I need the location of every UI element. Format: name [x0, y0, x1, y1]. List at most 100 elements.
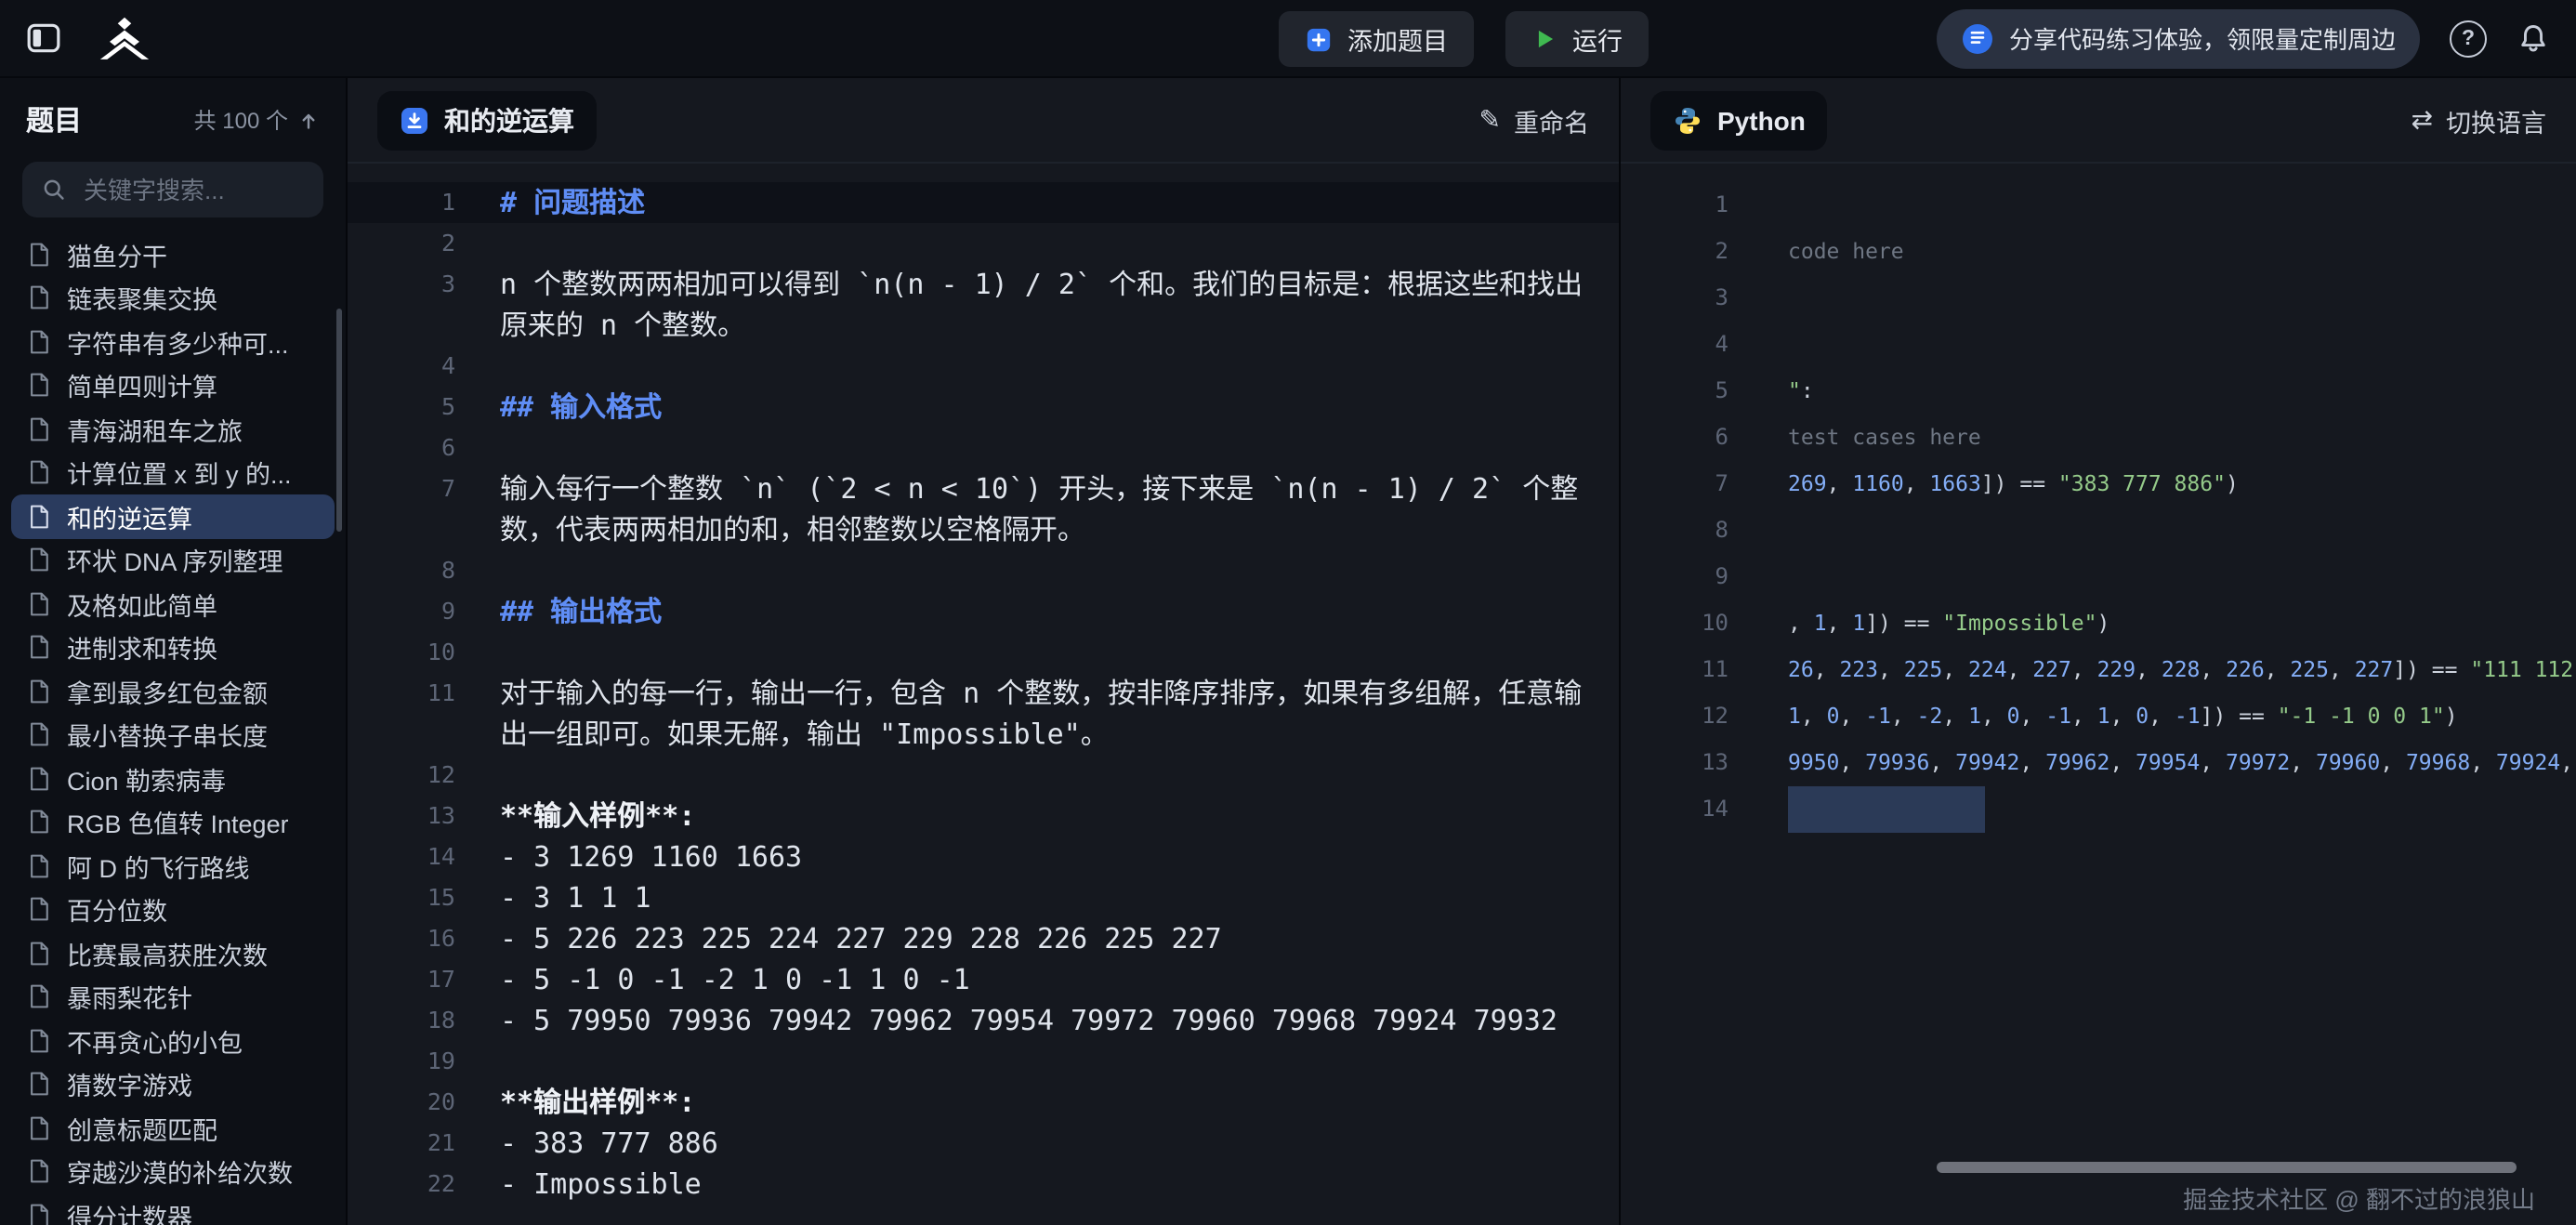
sidebar-item[interactable]: 及格如此简单 [11, 582, 335, 626]
sidebar-item-label: 得分计数器 [67, 1197, 192, 1225]
sidebar-scrollbar[interactable] [336, 309, 342, 532]
line-number: 1 [1621, 182, 1728, 229]
sidebar-item[interactable]: Cion 勒索病毒 [11, 757, 335, 800]
line-number: 4 [1621, 322, 1728, 368]
sidebar-item[interactable]: 链表聚集交换 [11, 276, 335, 320]
topbar-right: 分享代码练习体验，领限量定制周边 ? [1937, 8, 2550, 68]
sidebar-item[interactable]: 穿越沙漠的补给次数 [11, 1150, 335, 1193]
file-icon [26, 460, 52, 486]
problem-line-text [455, 550, 500, 591]
line-number: 7 [1621, 461, 1728, 507]
sidebar-item[interactable]: 阿 D 的飞行路线 [11, 844, 335, 888]
code-line-text: 9950, 79936, 79942, 79962, 79954, 79972,… [1728, 740, 2576, 786]
code-line: 10, 1, 1]) == "Impossible") [1621, 600, 2576, 647]
sidebar-item-label: Cion 勒索病毒 [67, 760, 226, 797]
sidebar-item[interactable]: 创意标题匹配 [11, 1106, 335, 1150]
line-number: 6 [348, 428, 455, 468]
sidebar-item[interactable]: 简单四则计算 [11, 363, 335, 407]
rename-label: 重命名 [1514, 101, 1589, 138]
line-number: 10 [348, 632, 455, 673]
problem-panel: 和的逆运算 ✎ 重命名 1# 问题描述23n 个整数两两相加可以得到 `n(n … [346, 78, 1619, 1225]
code-line: 9 [1621, 554, 2576, 600]
horizontal-scrollbar[interactable] [1937, 1162, 2517, 1173]
line-number: 12 [348, 755, 455, 796]
file-icon [26, 416, 52, 442]
problem-line: 22- Impossible [348, 1164, 1619, 1205]
help-icon[interactable]: ? [2450, 20, 2487, 57]
line-number: 17 [348, 959, 455, 1000]
line-number [348, 714, 455, 755]
problem-line: 15- 3 1 1 1 [348, 877, 1619, 918]
code-line-text: 269, 1160, 1663]) == "383 777 886") [1728, 461, 2239, 507]
problem-count-label: 共 100 个 [194, 104, 288, 136]
problem-line: 16- 5 226 223 225 224 227 229 228 226 22… [348, 918, 1619, 959]
sidebar-item[interactable]: 青海湖租车之旅 [11, 407, 335, 451]
problem-line: 7输入每行一个整数 `n` (`2 < n < 10`) 开头，接下来是 `n(… [348, 468, 1619, 509]
promo-banner[interactable]: 分享代码练习体验，领限量定制周边 [1937, 8, 2420, 68]
sidebar-item[interactable]: RGB 色值转 Integer [11, 800, 335, 844]
problem-line: 20**输出样例**: [348, 1082, 1619, 1123]
run-button[interactable]: 运行 [1505, 11, 1649, 67]
scroll-top-icon[interactable] [297, 109, 320, 131]
problem-line-text: 输入每行一个整数 `n` (`2 < n < 10`) 开头，接下来是 `n(n… [455, 468, 1578, 509]
watermark: 掘金技术社区 @ 翻不过的浪狼山 [2183, 1180, 2535, 1216]
sidebar-item[interactable]: 计算位置 x 到 y 的... [11, 451, 335, 494]
code-line-text: code here [1728, 229, 1904, 275]
topbar-actions: 添加题目 运行 [1279, 11, 1649, 67]
switch-language-button[interactable]: ⇄ 切换语言 [2412, 101, 2546, 138]
code-editor[interactable]: 12code here345":6test cases here7269, 11… [1621, 164, 2576, 833]
sidebar-item[interactable]: 最小替换子串长度 [11, 713, 335, 757]
problem-line: 3n 个整数两两相加可以得到 `n(n - 1) / 2` 个和。我们的目标是：… [348, 264, 1619, 305]
sidebar-item[interactable]: 暴雨梨花针 [11, 975, 335, 1019]
line-number: 16 [348, 918, 455, 959]
sidebar-item[interactable]: 环状 DNA 序列整理 [11, 538, 335, 582]
topbar-left [26, 16, 154, 60]
code-line: 2code here [1621, 229, 2576, 275]
problem-line: 9## 输出格式 [348, 591, 1619, 632]
problem-editor[interactable]: 1# 问题描述23n 个整数两两相加可以得到 `n(n - 1) / 2` 个和… [348, 164, 1619, 1205]
pencil-icon: ✎ [1479, 104, 1501, 136]
file-icon [26, 1072, 52, 1098]
sidebar-item-label: 比赛最高获胜次数 [67, 935, 268, 972]
line-number: 8 [1621, 507, 1728, 554]
code-line: 1126, 223, 225, 224, 227, 229, 228, 226,… [1621, 647, 2576, 693]
code-line-text [1728, 507, 1788, 554]
sidebar-item[interactable]: 猜数字游戏 [11, 1062, 335, 1106]
app-window: 添加题目 运行 分享代码练习体验，领限量定制周边 ? [0, 0, 2576, 1225]
notifications-bell-icon[interactable] [2517, 21, 2550, 55]
sidebar-item-label: 猜数字游戏 [67, 1066, 192, 1103]
problem-line-text: **输入样例**: [455, 796, 695, 836]
language-tab[interactable]: Python [1650, 90, 1828, 150]
rename-button[interactable]: ✎ 重命名 [1479, 101, 1589, 138]
search-box[interactable] [22, 162, 323, 217]
problem-line-text [455, 1041, 500, 1082]
sidebar-item[interactable]: 字符串有多少种可... [11, 320, 335, 363]
sidebar-item[interactable]: 比赛最高获胜次数 [11, 931, 335, 975]
sidebar-item[interactable]: 不再贪心的小包 [11, 1019, 335, 1062]
sidebar-item[interactable]: 和的逆运算 [11, 494, 335, 538]
sidebar-item-label: 和的逆运算 [67, 498, 192, 535]
problem-tab[interactable]: 和的逆运算 [377, 90, 597, 150]
code-line: 4 [1621, 322, 2576, 368]
problem-line: 数，代表两两相加的和，相邻整数以空格隔开。 [348, 509, 1619, 550]
add-problem-button[interactable]: 添加题目 [1279, 11, 1474, 67]
code-line: 8 [1621, 507, 2576, 554]
sidebar-item[interactable]: 百分位数 [11, 888, 335, 931]
file-icon [26, 504, 52, 530]
problem-line: 1# 问题描述 [348, 182, 1619, 223]
sidebar-item-label: 不再贪心的小包 [67, 1022, 243, 1060]
line-number [348, 509, 455, 550]
code-line-text: 26, 223, 225, 224, 227, 229, 228, 226, 2… [1728, 647, 2576, 693]
sidebar-item[interactable]: 得分计数器 [11, 1193, 335, 1225]
line-number: 1 [348, 182, 455, 223]
line-number: 3 [1621, 275, 1728, 322]
sidebar-item[interactable]: 拿到最多红包金额 [11, 669, 335, 713]
sidebar-item[interactable]: 猫鱼分干 [11, 232, 335, 276]
sidebar-item-label: RGB 色值转 Integer [67, 804, 289, 841]
run-label: 运行 [1572, 20, 1623, 58]
sidebar-toggle-icon[interactable] [26, 20, 61, 56]
code-line: 139950, 79936, 79942, 79962, 79954, 7997… [1621, 740, 2576, 786]
sidebar-item[interactable]: 进制求和转换 [11, 626, 335, 669]
sidebar-item-label: 阿 D 的飞行路线 [67, 848, 250, 885]
search-input[interactable] [80, 174, 305, 205]
